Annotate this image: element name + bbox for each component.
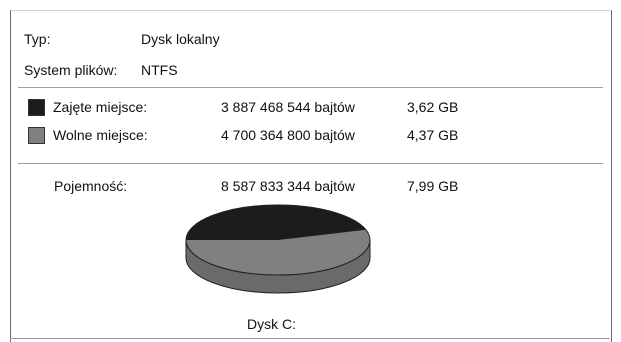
used-space-label: Zajęte miejsce: (53, 99, 148, 115)
drive-name: Dysk C: (247, 316, 296, 332)
filesystem-label: System plików: (24, 62, 118, 78)
used-space-swatch (28, 99, 45, 116)
separator (18, 163, 603, 164)
type-value: Dysk lokalny (141, 31, 220, 47)
free-space-size: 4,37 GB (407, 127, 459, 143)
capacity-size: 7,99 GB (407, 178, 459, 194)
used-space-bytes: 3 887 468 544 bajtów (221, 99, 355, 115)
used-space-size: 3,62 GB (407, 99, 459, 115)
capacity-label: Pojemność: (54, 178, 128, 194)
separator (10, 338, 610, 339)
free-space-label: Wolne miejsce: (53, 127, 148, 143)
free-space-swatch (28, 127, 45, 144)
type-label: Typ: (24, 31, 51, 47)
filesystem-value: NTFS (141, 62, 178, 78)
disk-usage-pie-chart (185, 204, 371, 294)
free-space-bytes: 4 700 364 800 bajtów (221, 127, 355, 143)
separator (18, 87, 603, 88)
capacity-bytes: 8 587 833 344 bajtów (221, 178, 355, 194)
